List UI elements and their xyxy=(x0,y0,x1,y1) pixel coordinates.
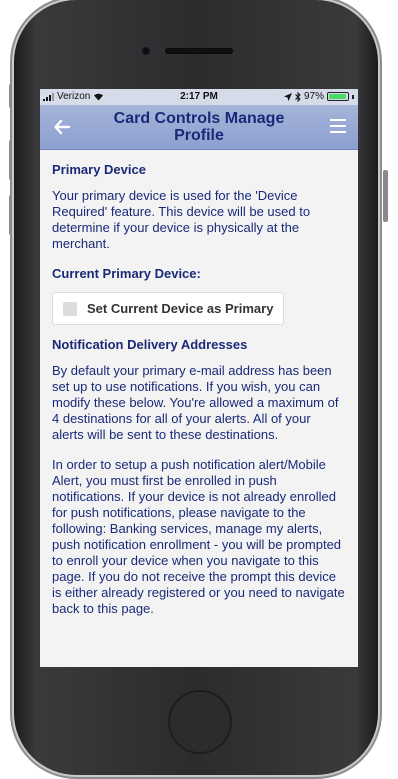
hamburger-menu-icon[interactable] xyxy=(330,119,346,133)
bluetooth-icon xyxy=(295,91,301,102)
page-title: Card Controls Manage Profile xyxy=(113,110,285,144)
earpiece-speaker xyxy=(165,48,233,54)
primary-device-description: Your primary device is used for the 'Dev… xyxy=(52,188,311,251)
notification-paragraph-1: By default your primary e-mail address h… xyxy=(52,363,339,442)
battery-icon xyxy=(327,92,349,101)
current-primary-device-heading: Current Primary Device: xyxy=(52,266,201,281)
phone-screen: Verizon 2:17 PM 97% Card Controls Manage… xyxy=(40,89,358,667)
notification-paragraph-2: In order to setup a push notification al… xyxy=(52,457,345,616)
front-camera xyxy=(142,47,150,55)
content-area[interactable]: Primary Device Your primary device is us… xyxy=(40,150,358,667)
battery-tip xyxy=(352,94,354,99)
set-primary-label[interactable]: Set Current Device as Primary xyxy=(87,301,273,316)
status-right: 97% xyxy=(283,91,354,102)
set-primary-checkbox[interactable] xyxy=(63,301,77,316)
power-button xyxy=(383,170,388,222)
nav-bar: Card Controls Manage Profile xyxy=(40,105,358,150)
set-primary-device-checkbox-row[interactable]: Set Current Device as Primary xyxy=(52,292,285,325)
battery-fill xyxy=(329,94,347,99)
battery-percent: 97% xyxy=(303,91,324,102)
stage: Verizon 2:17 PM 97% Card Controls Manage… xyxy=(0,0,398,779)
location-arrow-icon xyxy=(283,92,292,101)
home-button[interactable] xyxy=(168,690,232,754)
primary-device-heading: Primary Device xyxy=(52,162,146,177)
back-arrow-icon[interactable] xyxy=(50,115,74,139)
status-bar: Verizon 2:17 PM 97% xyxy=(40,89,358,105)
notification-addresses-heading: Notification Delivery Addresses xyxy=(52,337,248,352)
